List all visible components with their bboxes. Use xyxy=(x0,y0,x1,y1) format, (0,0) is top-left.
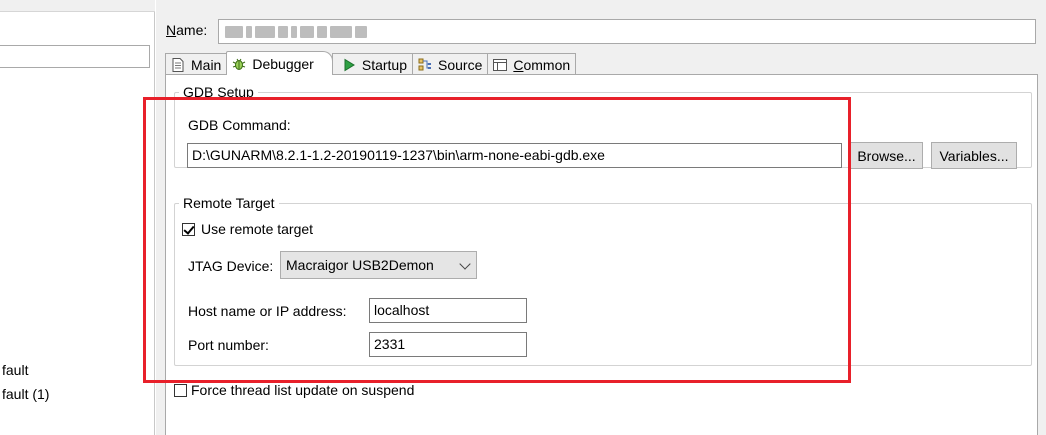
table-icon xyxy=(492,57,508,73)
force-thread-update-checkbox[interactable] xyxy=(174,384,187,397)
name-value-redacted xyxy=(225,26,367,38)
jtag-device-value: Macraigor USB2Demon xyxy=(286,257,434,273)
port-input[interactable]: 2331 xyxy=(369,332,527,357)
source-icon xyxy=(417,57,433,73)
launch-config-list-pane: fault fault (1) xyxy=(0,0,155,435)
tab-startup[interactable]: Startup xyxy=(331,53,413,75)
config-editor-pane: Name: Main Debugger Startup Source Commo… xyxy=(156,0,1046,435)
bug-icon xyxy=(231,56,247,72)
tab-main-label: Main xyxy=(191,56,222,73)
name-field[interactable] xyxy=(218,19,1036,44)
browse-button[interactable]: Browse... xyxy=(850,142,923,169)
tab-bar: Main Debugger Startup Source Common xyxy=(165,51,577,75)
force-thread-update-label[interactable]: Force thread list update on suspend xyxy=(191,382,414,398)
jtag-device-label: JTAG Device: xyxy=(188,258,274,274)
debugger-tab-content: GDB Setup GDB Command: D:\GUNARM\8.2.1-1… xyxy=(165,74,1038,435)
document-icon xyxy=(170,57,186,73)
remote-target-title: Remote Target xyxy=(179,195,279,211)
tab-common[interactable]: Common xyxy=(487,53,577,75)
host-label: Host name or IP address: xyxy=(188,303,347,319)
variables-button[interactable]: Variables... xyxy=(931,142,1017,169)
list-item[interactable]: fault xyxy=(2,362,28,378)
play-icon xyxy=(341,57,357,73)
filter-input[interactable] xyxy=(0,45,150,68)
left-toolbar-strip xyxy=(0,0,155,12)
gdb-command-input[interactable]: D:\GUNARM\8.2.1-1.2-20190119-1237\bin\ar… xyxy=(187,143,842,168)
tab-source[interactable]: Source xyxy=(412,53,489,75)
host-input[interactable]: localhost xyxy=(369,298,527,323)
gdb-setup-title: GDB Setup xyxy=(179,84,258,100)
port-label: Port number: xyxy=(188,337,269,353)
tab-debugger-label: Debugger xyxy=(252,55,314,72)
name-label: Name: xyxy=(166,22,208,38)
use-remote-target-label[interactable]: Use remote target xyxy=(201,221,313,237)
tab-debugger[interactable]: Debugger xyxy=(226,51,333,75)
tab-startup-label: Startup xyxy=(361,56,407,73)
list-item[interactable]: fault (1) xyxy=(2,386,49,402)
tab-source-label: Source xyxy=(438,56,483,73)
tab-common-label: Common xyxy=(513,56,571,73)
tab-main[interactable]: Main xyxy=(165,53,228,75)
use-remote-target-checkbox[interactable] xyxy=(182,223,195,236)
chevron-down-icon xyxy=(459,258,471,270)
gdb-command-label: GDB Command: xyxy=(188,117,291,133)
jtag-device-select[interactable]: Macraigor USB2Demon xyxy=(280,251,477,279)
